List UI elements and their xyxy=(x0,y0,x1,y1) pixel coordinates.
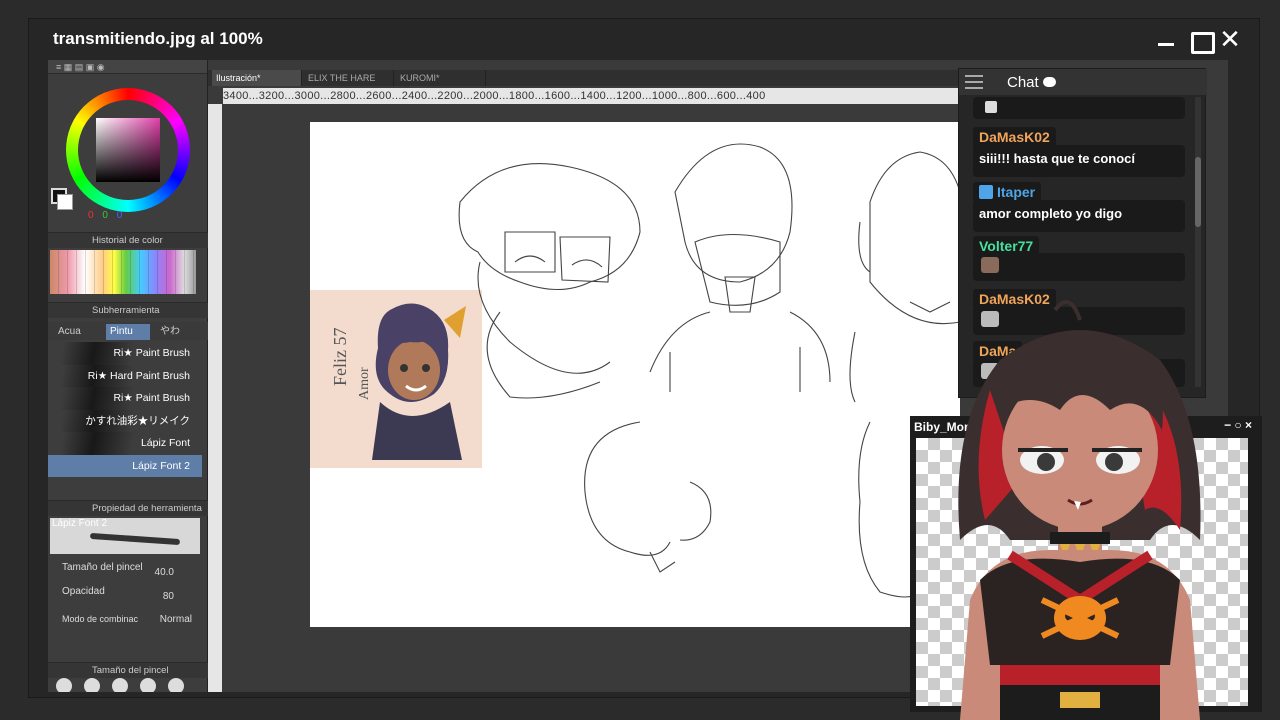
brush-item[interactable]: Ri★ Paint Brush xyxy=(48,387,202,410)
close-icon[interactable]: ✕ xyxy=(1217,27,1243,53)
brush-item-selected[interactable]: Lápiz Font 2 xyxy=(48,454,202,477)
brush-label: Ri★ Hard Paint Brush xyxy=(87,369,190,382)
blend-mode-row[interactable]: Modo de combinac Normal xyxy=(62,614,202,625)
color-history-palette[interactable] xyxy=(50,250,196,294)
brush-size-row[interactable]: Tamaño del pincel 40.0 xyxy=(62,562,202,578)
green-value: 0 xyxy=(102,210,108,221)
chat-username[interactable]: DaMasK02 xyxy=(973,127,1056,147)
menu-icon[interactable] xyxy=(965,75,983,89)
hand-emote xyxy=(985,101,997,113)
maximize-icon[interactable] xyxy=(1187,27,1215,54)
left-panel: ≡ ▦ ▤ ▣ ◉ 0 0 0 Historial de color Subhe… xyxy=(48,60,208,692)
brush-label: Lápiz Font 2 xyxy=(132,459,190,472)
tool-name: Lápiz Font 2 xyxy=(52,518,108,529)
blend-mode-label: Modo de combinac xyxy=(62,614,139,624)
subtool-header: Subherramienta xyxy=(48,302,208,318)
chat-header: Chat xyxy=(959,69,1207,95)
brush-label: かすれ油彩★リメイク xyxy=(85,414,190,427)
brush-label: Ri★ Paint Brush xyxy=(113,392,190,404)
tool-property-header: Propiedad de herramienta xyxy=(48,500,208,516)
blue-value: 0 xyxy=(116,210,123,221)
brush-size-preset[interactable] xyxy=(168,678,184,692)
chat-text: amor completo yo digo xyxy=(979,206,1123,221)
document-tabs: Ilustración* ELIX THE HARE KUROMI* xyxy=(208,70,968,86)
brush-label: Lápiz Font xyxy=(140,437,190,449)
chat-message xyxy=(973,253,1185,281)
subtool-tabs: Acua Pintu やわ xyxy=(48,322,208,340)
brush-size-preset[interactable] xyxy=(56,678,72,692)
tab-pintura[interactable]: Pintu xyxy=(106,324,150,340)
opacity-row[interactable]: Opacidad 80 xyxy=(62,586,202,602)
chat-message xyxy=(973,97,1185,119)
chat-message: siii!!! hasta que te conocí xyxy=(973,145,1185,177)
sketch-lines xyxy=(458,143,960,598)
opacity-label: Opacidad xyxy=(62,586,105,597)
color-history-header: Historial de color xyxy=(48,232,208,248)
vtuber-avatar xyxy=(958,300,1201,720)
brush-size-label: Tamaño del pincel xyxy=(62,562,143,573)
background-color-swatch[interactable] xyxy=(57,194,73,210)
brush-size-preset[interactable] xyxy=(84,678,100,692)
blend-mode-select[interactable]: Normal xyxy=(160,614,192,625)
face-emote xyxy=(981,257,999,273)
tab-elix-the-hare[interactable]: ELIX THE HARE xyxy=(304,70,394,86)
panel-toolbar: ≡ ▦ ▤ ▣ ◉ xyxy=(48,60,207,74)
vertical-ruler xyxy=(208,104,222,692)
tab-kuromi[interactable]: KUROMI* xyxy=(396,70,486,86)
drawing-canvas[interactable]: Feliz 57 Amor xyxy=(310,122,960,627)
chat-text: siii!!! hasta que te conocí xyxy=(979,151,1136,166)
brush-list: Ri★ Paint Brush Ri★ Hard Paint Brush Ri★… xyxy=(48,342,202,477)
red-value: 0 xyxy=(88,210,94,221)
chat-title: Chat xyxy=(1007,74,1039,91)
tab-soft[interactable]: やわ xyxy=(156,324,180,340)
opacity-value[interactable]: 80 xyxy=(163,591,174,602)
chat-bubble-icon xyxy=(1043,77,1056,87)
color-picker-square[interactable] xyxy=(96,118,160,182)
brush-size-preset[interactable] xyxy=(140,678,156,692)
minimize-icon[interactable] xyxy=(1153,27,1179,53)
brush-item[interactable]: Lápiz Font xyxy=(48,432,202,455)
window-title: transmitiendo.jpg al 100% xyxy=(53,29,263,48)
horizontal-ruler: 3400...3200...3000...2800...2600...2400.… xyxy=(223,88,983,104)
brush-label: Ri★ Paint Brush xyxy=(113,347,190,359)
badge-icon xyxy=(979,185,993,199)
chat-message: amor completo yo digo xyxy=(973,200,1185,232)
tool-preview: Lápiz Font 2 xyxy=(50,518,200,554)
color-values: 0 0 0 xyxy=(88,210,122,221)
tab-ilustracion[interactable]: Ilustración* xyxy=(212,70,302,86)
tab-acuarela[interactable]: Acua xyxy=(54,324,81,340)
brush-size-preset[interactable] xyxy=(112,678,128,692)
brush-item[interactable]: かすれ油彩★リメイク xyxy=(48,409,202,432)
brush-item[interactable]: Ri★ Paint Brush xyxy=(48,342,202,365)
brush-size-value[interactable]: 40.0 xyxy=(155,567,174,578)
brush-size-presets xyxy=(48,672,208,692)
brush-item[interactable]: Ri★ Hard Paint Brush xyxy=(48,364,202,387)
